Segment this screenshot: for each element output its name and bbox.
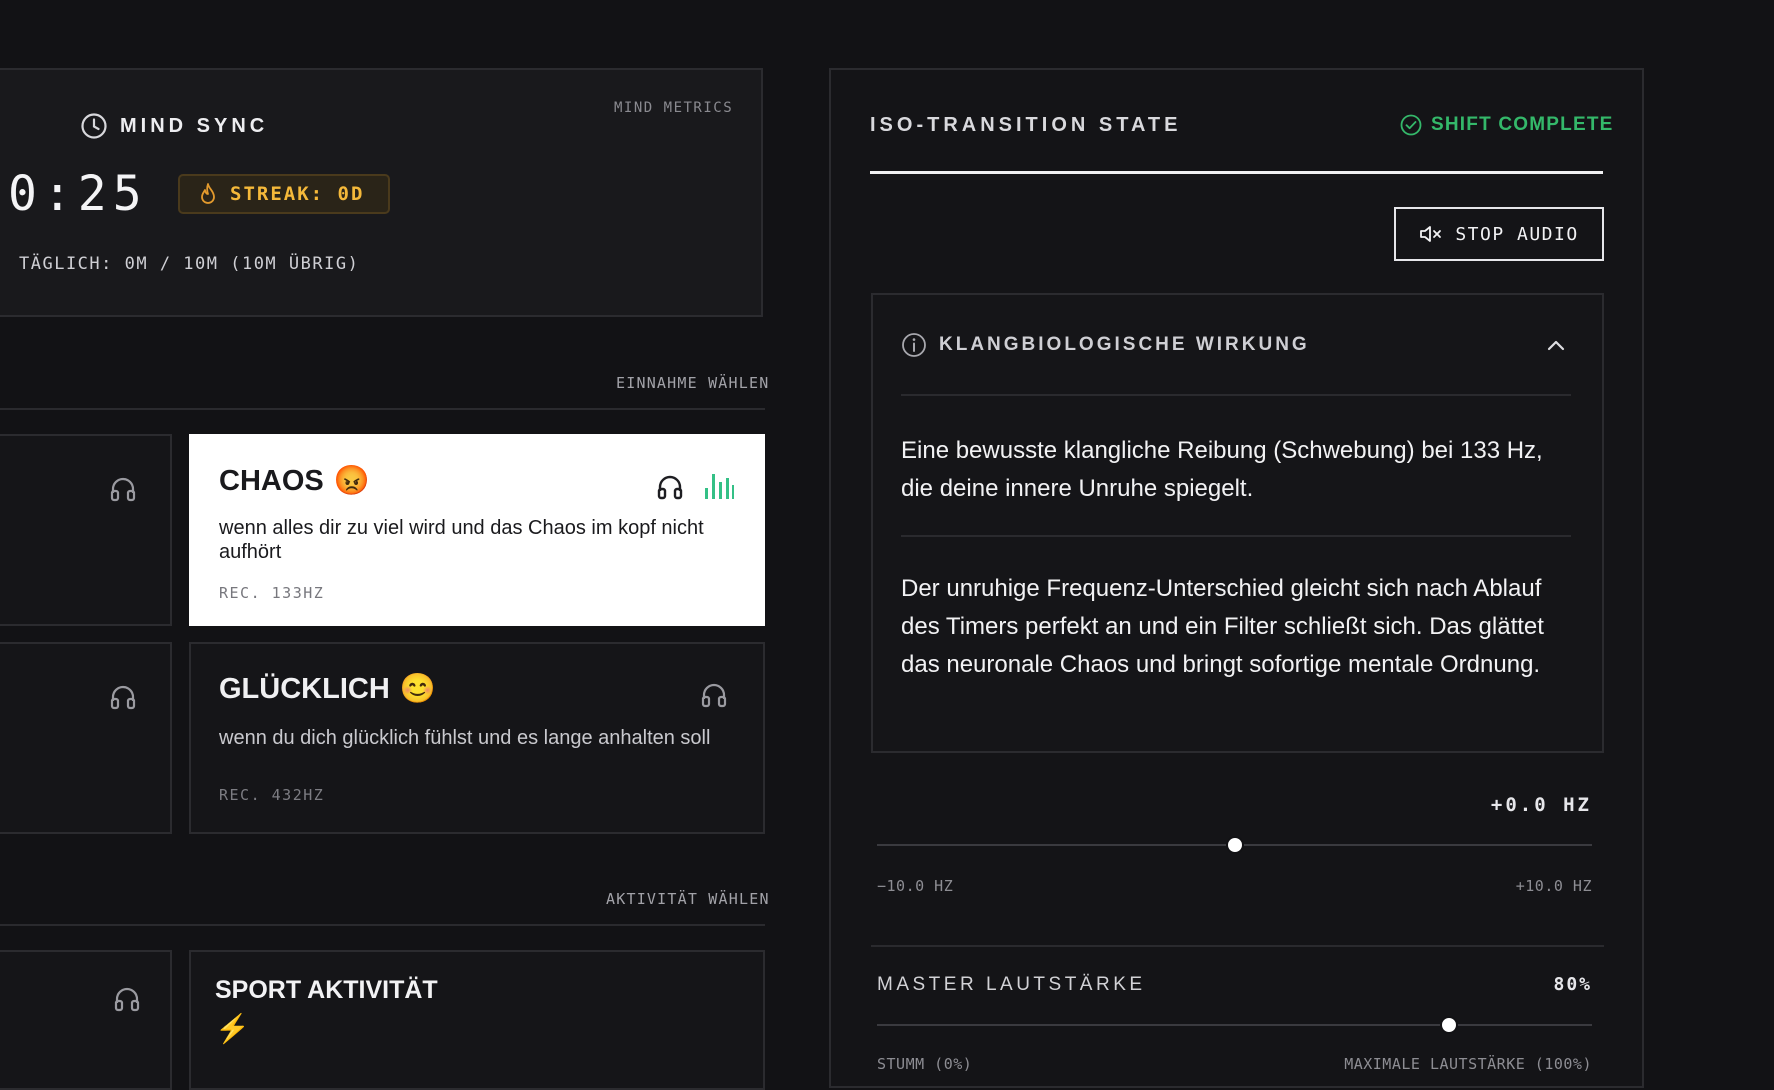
volume-max-label: MAXIMALE LAUTSTÄRKE (100%) <box>1344 1055 1592 1073</box>
activity-tile-sport[interactable]: SPORT AKTIVITÄT ⚡ <box>189 950 765 1090</box>
mood-title-text: GLÜCKLICH <box>219 672 390 705</box>
info-title-text: KLANGBIOLOGISCHE WIRKUNG <box>939 334 1310 355</box>
session-timer: 0:25 <box>8 166 148 222</box>
iso-progress-line <box>870 171 1603 174</box>
info-accordion <box>871 293 1604 753</box>
lightning-icon: ⚡ <box>215 1013 250 1044</box>
mood-tile-partial[interactable] <box>0 642 172 834</box>
mood-description: wenn du dich glücklich fühlst und es lan… <box>219 727 711 749</box>
mood-description: wenn alles dir zu viel wird und das Chao… <box>219 517 704 563</box>
chevron-up-icon[interactable] <box>1546 336 1566 356</box>
volume-divider <box>871 945 1604 947</box>
streak-text: STREAK: 0D <box>230 183 365 205</box>
speaker-mute-icon <box>1420 226 1442 242</box>
mood-title-text: CHAOS <box>219 464 324 497</box>
headphones-icon <box>701 683 727 708</box>
mood-tile-gluecklich[interactable]: GLÜCKLICH 😊 wenn du dich glücklich fühls… <box>189 642 765 834</box>
mood-title: CHAOS 😡 <box>219 464 370 498</box>
mood-tile-partial[interactable] <box>0 434 172 626</box>
volume-value: 80% <box>1553 974 1592 995</box>
volume-label: MASTER LAUTSTÄRKE <box>877 974 1146 995</box>
info-divider <box>901 535 1571 537</box>
flame-icon <box>201 183 215 204</box>
mood-rec-frequency: REC. 432HZ <box>219 786 325 804</box>
master-volume-thumb[interactable] <box>1440 1016 1458 1034</box>
intake-section-label: EINNAHME WÄHLEN <box>616 374 770 392</box>
mind-sync-title: MIND SYNC <box>120 114 269 137</box>
shift-status-text: SHIFT COMPLETE <box>1431 114 1614 135</box>
info-paragraph-2: Der unruhige Frequenz-Unterschied gleich… <box>901 575 1544 678</box>
volume-min-label: STUMM (0%) <box>877 1055 973 1073</box>
mind-metrics-link[interactable]: MIND METRICS <box>614 100 733 116</box>
activity-title: SPORT AKTIVITÄT <box>215 976 438 1004</box>
stop-audio-button[interactable]: STOP AUDIO <box>1394 207 1604 261</box>
headphones-icon <box>110 685 136 710</box>
activity-divider <box>0 924 765 926</box>
frequency-offset-thumb[interactable] <box>1225 836 1244 854</box>
headphones-icon <box>110 477 136 502</box>
mood-tile-chaos[interactable]: CHAOS 😡 wenn alles dir zu viel wird und … <box>189 434 765 626</box>
mood-title: GLÜCKLICH 😊 <box>219 672 436 706</box>
mood-rec-frequency: REC. 133HZ <box>219 584 325 602</box>
mood-emoji: 😡 <box>333 465 370 497</box>
headphones-icon <box>657 475 683 500</box>
stop-audio-label: STOP AUDIO <box>1455 223 1579 245</box>
streak-badge: STREAK: 0D <box>178 174 391 214</box>
equalizer-icon <box>705 474 734 499</box>
shift-status: SHIFT COMPLETE <box>1400 114 1614 136</box>
activity-section-label: AKTIVITÄT WÄHLEN <box>606 890 770 908</box>
master-volume-slider[interactable] <box>877 1024 1592 1026</box>
info-divider <box>901 394 1571 396</box>
check-circle-icon <box>1400 114 1422 136</box>
headphones-icon <box>114 987 140 1012</box>
clock-icon <box>81 113 107 139</box>
info-paragraph-1: Eine bewusste klangliche Reibung (Schweb… <box>901 437 1543 502</box>
mind-sync-header: MIND SYNC <box>80 112 268 140</box>
offset-max-label: +10.0 HZ <box>1515 877 1592 895</box>
info-icon <box>902 333 926 357</box>
offset-min-label: −10.0 HZ <box>877 877 954 895</box>
mood-emoji: 😊 <box>399 673 436 705</box>
activity-tile-partial[interactable] <box>0 950 172 1090</box>
daily-progress-text: TÄGLICH: 0M / 10M (10M ÜBRIG) <box>19 254 360 274</box>
iso-title: ISO-TRANSITION STATE <box>870 114 1182 136</box>
offset-value: +0.0 HZ <box>1490 794 1592 816</box>
info-accordion-header[interactable]: KLANGBIOLOGISCHE WIRKUNG <box>901 332 1310 358</box>
intake-divider <box>0 408 765 410</box>
